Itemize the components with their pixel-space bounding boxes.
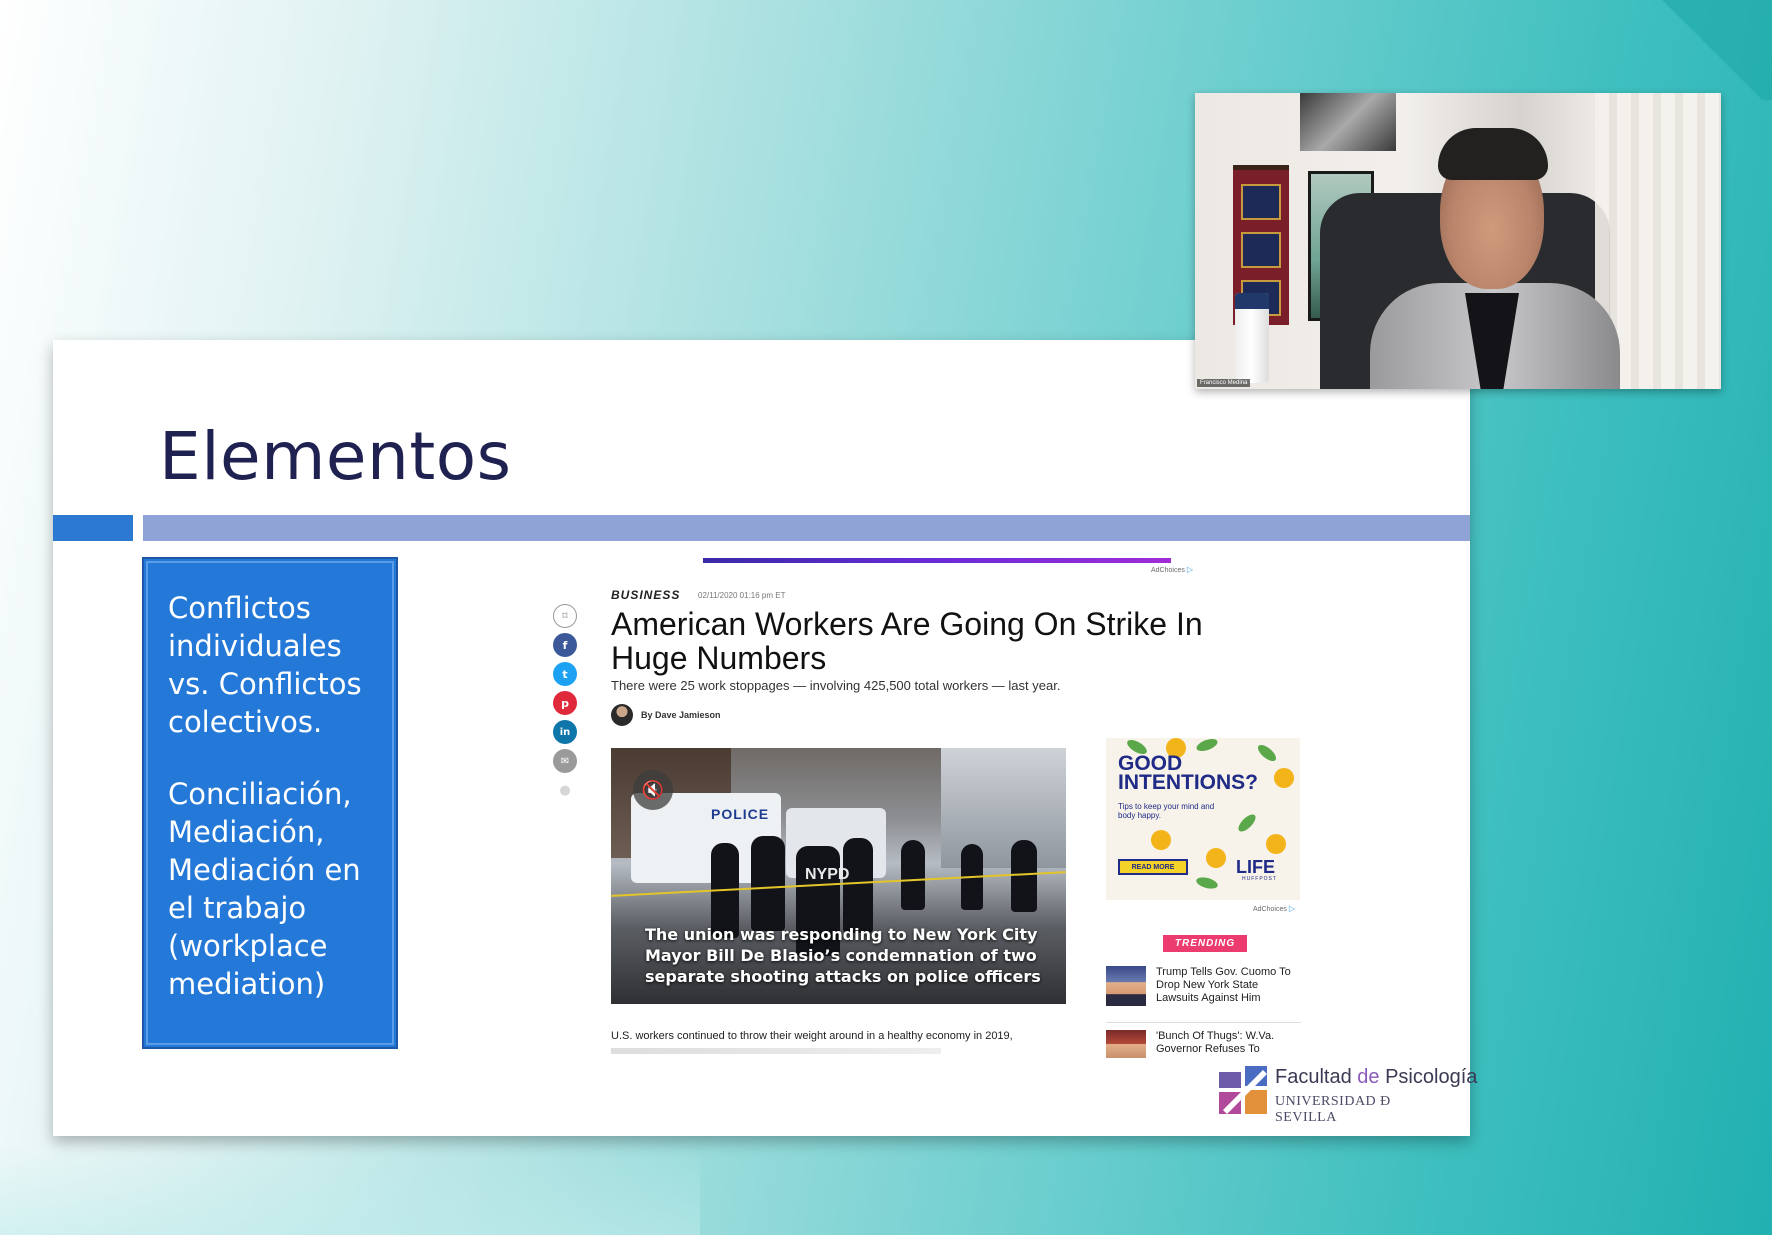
background-wave-shape [0, 1145, 700, 1235]
slide-title: Elementos [159, 418, 512, 495]
ad-choices-icon: ▷ [1186, 565, 1193, 574]
article-body-fade [611, 1048, 941, 1054]
comment-icon[interactable]: ● [553, 778, 577, 802]
ad-choices-label: AdChoices ▷ [1151, 565, 1193, 574]
nypd-jacket-text: NYPD [805, 866, 850, 883]
article-body-text: U.S. workers continued to throw their we… [611, 1030, 1013, 1042]
article-category[interactable]: BUSINESS [611, 588, 680, 602]
title-divider-bar [143, 515, 1470, 541]
faculty-name: Facultad de Psicología [1275, 1066, 1478, 1088]
title-accent-bar [53, 515, 133, 541]
trending-headline: 'Bunch Of Thugs': W.Va. Governor Refuses… [1156, 1030, 1275, 1055]
university-name: UNIVERSIDAD Ð SEVILLA [1275, 1094, 1391, 1125]
trending-label: TRENDING [1163, 935, 1247, 952]
article-screenshot: AdChoices ▷ ⌑ f t p in ✉ ● BUSINESS 02/1… [553, 558, 1413, 1058]
bookmark-icon[interactable]: ⌑ [553, 604, 577, 628]
advertisement[interactable]: GOOD INTENTIONS? Tips to keep your mind … [1106, 738, 1300, 900]
ad-choices-label-2: AdChoices ▷ [1253, 904, 1295, 913]
university-logo: Facultad de Psicología UNIVERSIDAD Ð SEV… [1219, 1066, 1477, 1125]
trending-separator [1106, 1022, 1301, 1023]
trending-item[interactable]: Trump Tells Gov. Cuomo To Drop New York … [1106, 966, 1296, 1006]
share-toolbar: ⌑ f t p in ✉ ● [553, 604, 579, 807]
trending-thumbnail [1106, 1030, 1146, 1058]
article-subhead: There were 25 work stoppages — involving… [611, 678, 1061, 693]
author-name: By Dave Jamieson [641, 710, 721, 720]
photo-caption: The union was responding to New York Cit… [645, 925, 1041, 986]
ad-banner-strip [703, 558, 1171, 563]
wall-photo [1300, 93, 1396, 151]
participant-name-tag: Francisco Medina [1197, 379, 1251, 387]
trending-item[interactable]: 'Bunch Of Thugs': W.Va. Governor Refuses… [1106, 1030, 1296, 1058]
linkedin-icon[interactable]: in [553, 720, 577, 744]
article-headline: American Workers Are Going On Strike In … [611, 606, 1203, 676]
ad-tagline: Tips to keep your mind and body happy. [1118, 802, 1215, 820]
presentation-slide: Elementos Conflictos individuales vs. Co… [53, 340, 1477, 1136]
facebook-icon[interactable]: f [553, 633, 577, 657]
mute-icon[interactable]: 🔇 [633, 770, 673, 810]
webcam-feed[interactable]: Francisco Medina [1195, 93, 1721, 389]
background-corner-shape [1652, 0, 1772, 100]
bullet-paragraph-2: Conciliación, Mediación, Mediación en el… [168, 777, 361, 1001]
ad-read-more-button[interactable]: READ MORE [1118, 859, 1188, 875]
trending-headline: Trump Tells Gov. Cuomo To Drop New York … [1156, 966, 1291, 1004]
twitter-icon[interactable]: t [553, 662, 577, 686]
bullet-paragraph-1: Conflictos individuales vs. Conflictos c… [168, 591, 362, 739]
email-icon[interactable]: ✉ [553, 749, 577, 773]
logo-mark-icon [1219, 1066, 1267, 1114]
pinterest-icon[interactable]: p [553, 691, 577, 715]
ad-choices-icon: ▷ [1288, 904, 1295, 913]
police-van-text: POLICE [711, 806, 770, 822]
ad-brand: LIFE [1236, 857, 1275, 877]
author-avatar [611, 704, 633, 726]
ad-title: GOOD INTENTIONS? [1118, 752, 1258, 794]
article-photo[interactable]: POLICE NYPD 🔇 The union was responding t… [611, 748, 1066, 1004]
article-timestamp: 02/11/2020 01:16 pm ET [698, 591, 786, 600]
trending-thumbnail [1106, 966, 1146, 1006]
ad-brand-sub: HUFFPOST [1242, 876, 1277, 882]
article-byline[interactable]: By Dave Jamieson [611, 704, 721, 726]
bullet-box: Conflictos individuales vs. Conflictos c… [142, 557, 398, 1049]
